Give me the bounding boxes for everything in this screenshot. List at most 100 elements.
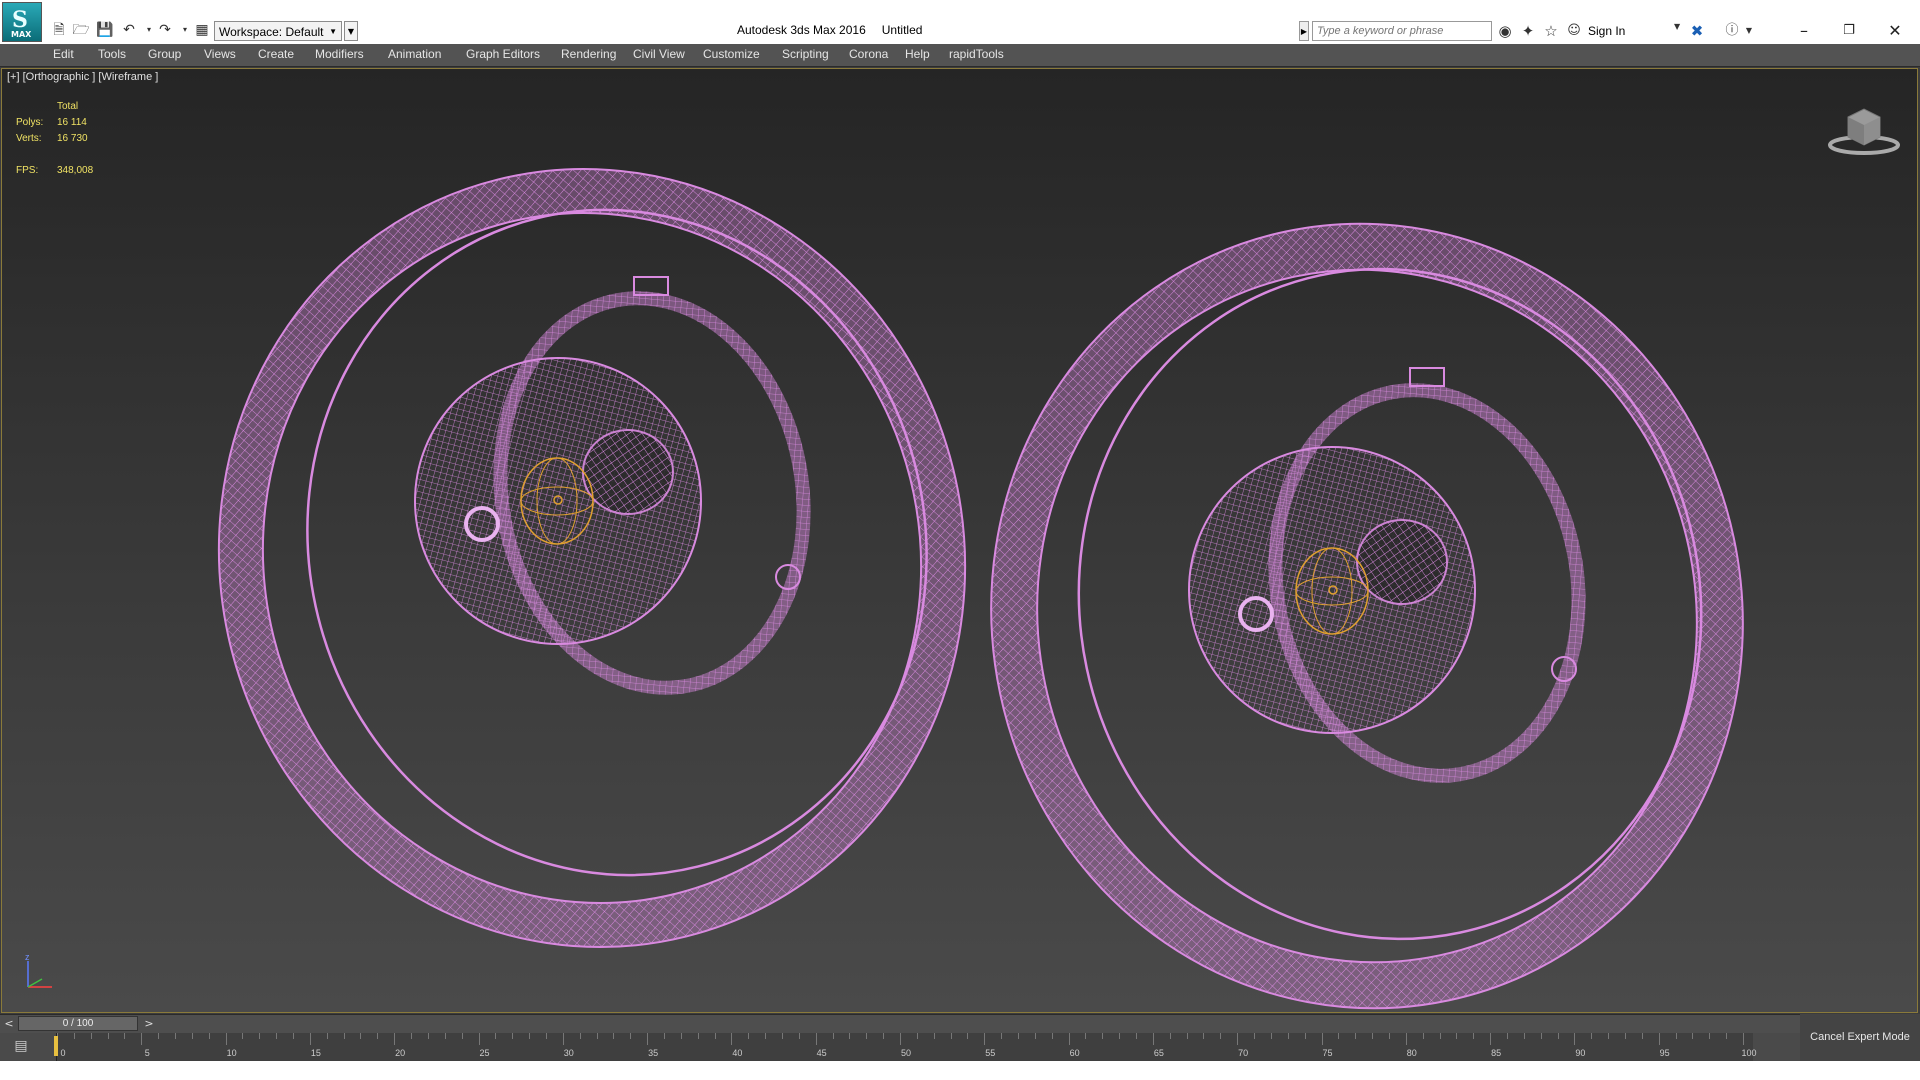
undo-icon[interactable]: ↶ [119, 21, 139, 39]
minimize-window-icon[interactable]: – [1784, 18, 1824, 44]
menu-rendering[interactable]: Rendering [561, 47, 616, 61]
file-name: Untitled [881, 23, 923, 37]
save-file-icon[interactable]: 💾 [95, 21, 115, 39]
frame-tick [1608, 1033, 1610, 1039]
frame-tick [427, 1033, 429, 1039]
menu-graph-editors[interactable]: Graph Editors [466, 47, 540, 61]
stats-total-label: Total [57, 101, 79, 112]
wireframe-scene[interactable] [2, 69, 1918, 1013]
frame-tick [107, 1033, 109, 1039]
open-file-icon[interactable]: 🗁 [71, 21, 91, 39]
orthographic-viewport[interactable]: [+] [Orthographic ] [Wireframe ] Total P… [1, 68, 1918, 1013]
frame-tick [1270, 1033, 1272, 1039]
menu-corona[interactable]: Corona [849, 47, 888, 61]
viewport-label-menu[interactable]: [+] [Orthographic ] [Wireframe ] [7, 71, 158, 83]
redo-icon[interactable]: ↷ [155, 21, 175, 39]
menu-group[interactable]: Group [148, 47, 181, 61]
sign-in-dropdown-icon[interactable]: ▼ [1674, 22, 1680, 31]
frame-tick [579, 1033, 581, 1039]
frame-tick [478, 1033, 480, 1045]
menu-customize[interactable]: Customize [703, 47, 760, 61]
menu-help[interactable]: Help [905, 47, 930, 61]
frame-tick [1405, 1033, 1407, 1045]
frame-tick [849, 1033, 851, 1039]
frame-tick [1102, 1033, 1104, 1039]
cancel-expert-mode-button[interactable]: Cancel Expert Mode [1800, 1014, 1920, 1061]
previous-frame-icon[interactable]: < [2, 1016, 16, 1031]
frame-tick [731, 1033, 733, 1045]
frame-tick [276, 1033, 278, 1039]
frame-tick [1034, 1033, 1036, 1039]
frame-tick [781, 1033, 783, 1039]
menu-animation[interactable]: Animation [388, 47, 441, 61]
curve-editor-toggle-icon[interactable]: ▤ [10, 1038, 32, 1056]
sign-in-link[interactable]: Sign In [1588, 24, 1625, 38]
track-bar[interactable]: ▤ 0 5 10 15 20 25 30 35 40 45 50 55 60 65 70 75 80 85 90 95… [0, 1033, 1800, 1061]
search-input[interactable] [1312, 21, 1492, 41]
workspace-selector[interactable]: Workspace: Default ▼ [214, 21, 342, 41]
quick-access-customize-button[interactable]: ▼ [344, 21, 358, 41]
restore-window-icon[interactable]: ❐ [1829, 18, 1869, 44]
project-folder-icon[interactable]: ▦ [192, 21, 212, 39]
frame-tick [225, 1033, 227, 1045]
frame-tick [1254, 1033, 1256, 1039]
menu-scripting[interactable]: Scripting [782, 47, 829, 61]
menu-rapidtools[interactable]: rapidTools [949, 47, 1004, 61]
menu-edit[interactable]: Edit [53, 47, 74, 61]
viewcube-icon[interactable] [1826, 103, 1902, 157]
binoculars-icon[interactable]: ◉ [1495, 21, 1515, 41]
frame-tick [1338, 1033, 1340, 1039]
menu-modifiers[interactable]: Modifiers [315, 47, 364, 61]
menu-civil-view[interactable]: Civil View [633, 47, 685, 61]
frame-tick [900, 1033, 901, 1045]
new-file-icon[interactable]: 🗎 [49, 21, 69, 39]
user-icon: ☺ [1567, 23, 1581, 38]
next-frame-icon[interactable]: > [142, 1016, 156, 1031]
menu-tools[interactable]: Tools [98, 47, 126, 61]
frame-tick [1220, 1033, 1222, 1039]
time-slider-thumb[interactable]: 0 / 100 [18, 1016, 138, 1031]
frame-tick [411, 1033, 413, 1039]
menu-create[interactable]: Create [258, 47, 294, 61]
search-expand-button[interactable]: ▶ [1299, 21, 1309, 41]
lamp-model-right[interactable] [918, 154, 1815, 1013]
frame-tick [360, 1033, 362, 1039]
frame-tick [798, 1033, 800, 1039]
frame-tick [950, 1033, 952, 1039]
frame-tick [1304, 1033, 1306, 1039]
frame-label: 90 [1575, 1048, 1586, 1058]
frame-tick [1743, 1033, 1744, 1045]
frame-tick [680, 1033, 682, 1039]
frame-tick [1018, 1033, 1020, 1039]
frame-tick [377, 1033, 379, 1039]
exchange-apps-icon[interactable]: ✖ [1687, 21, 1707, 41]
frame-tick [1388, 1033, 1390, 1039]
axis-z-label: z [25, 953, 30, 962]
frame-label: 10 [226, 1048, 237, 1058]
frame-tick [175, 1033, 177, 1039]
frame-tick [545, 1033, 547, 1039]
track-ruler[interactable]: 0 5 10 15 20 25 30 35 40 45 50 55 60 65 70 75 80 85 90 95 10… [56, 1033, 1757, 1061]
menu-views[interactable]: Views [204, 47, 236, 61]
chevron-down-icon: ▼ [329, 27, 337, 36]
frame-tick [1523, 1033, 1525, 1039]
close-window-icon[interactable]: ✕ [1875, 18, 1915, 44]
subscription-center-icon[interactable]: ✦ [1518, 21, 1538, 41]
help-dropdown-icon[interactable]: ▼ [1739, 21, 1759, 41]
frame-label: 70 [1238, 1048, 1249, 1058]
frame-tick [73, 1033, 75, 1039]
current-frame-marker[interactable] [54, 1036, 58, 1056]
frame-tick [883, 1033, 885, 1039]
frame-label: 95 [1659, 1048, 1670, 1058]
stats-verts-value: 16 730 [57, 133, 88, 144]
frame-label: 65 [1153, 1048, 1164, 1058]
time-slider[interactable]: < 0 / 100 > [0, 1014, 1800, 1033]
frame-label: 15 [310, 1048, 321, 1058]
lamp-model-left[interactable] [137, 90, 1048, 1013]
app-title: Autodesk 3ds Max 2016 [737, 23, 866, 37]
frame-tick [1658, 1033, 1660, 1045]
application-menu-button[interactable]: S MAX [2, 2, 42, 42]
frame-tick [1692, 1033, 1694, 1039]
frame-tick [394, 1033, 396, 1045]
favorites-star-icon[interactable]: ☆ [1541, 21, 1561, 41]
